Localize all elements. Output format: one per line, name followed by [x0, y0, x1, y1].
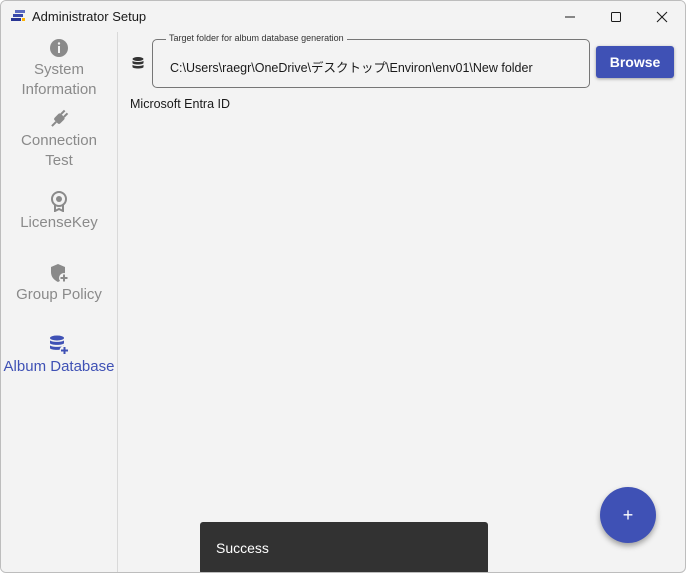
app-window: Administrator Setup System Information C…	[0, 0, 686, 573]
close-button[interactable]	[639, 1, 685, 32]
sidebar-item-label: Album Database	[3, 358, 115, 375]
minimize-button[interactable]	[547, 1, 593, 32]
app-logo-icon	[11, 10, 25, 21]
database-icon	[132, 57, 144, 69]
sidebar-item-label: Group Policy	[16, 286, 102, 303]
window-title: Administrator Setup	[32, 9, 147, 24]
main-content: Target folder for album database generat…	[118, 32, 685, 572]
sidebar-nav: System Information Connection Test Licen…	[1, 32, 118, 572]
success-toast: Success	[200, 522, 488, 572]
title-bar: Administrator Setup	[1, 1, 685, 32]
award-badge-icon	[51, 191, 67, 212]
microsoft-entra-id-label: Microsoft Entra ID	[130, 97, 231, 111]
sidebar-item-group-policy[interactable]: Group Policy	[1, 262, 117, 305]
target-folder-value: C:\Users\raegr\OneDrive\デスクトップ\Environ\e…	[170, 61, 533, 75]
shield-plus-icon	[51, 264, 69, 283]
sidebar-item-label: Connection Test	[21, 132, 97, 169]
add-fab-button[interactable]: +	[600, 487, 656, 543]
sidebar-item-album-database[interactable]: Album Database	[1, 334, 117, 377]
sidebar-item-system-information[interactable]: System Information	[1, 37, 117, 100]
sidebar-item-licensekey[interactable]: LicenseKey	[1, 190, 117, 233]
browse-button[interactable]: Browse	[596, 46, 674, 78]
maximize-button[interactable]	[593, 1, 639, 32]
minimize-icon	[565, 16, 575, 17]
info-icon	[50, 39, 68, 57]
sidebar-item-connection-test[interactable]: Connection Test	[1, 108, 117, 171]
sidebar-item-label: System Information	[21, 61, 97, 98]
close-icon	[656, 11, 668, 22]
sidebar-item-label: LicenseKey	[20, 214, 98, 231]
target-folder-legend: Target folder for album database generat…	[166, 33, 347, 43]
database-plus-icon	[50, 335, 70, 356]
maximize-icon	[611, 11, 621, 22]
plug-icon	[51, 109, 69, 127]
target-folder-field[interactable]: Target folder for album database generat…	[152, 33, 590, 88]
toast-message: Success	[216, 540, 269, 556]
plus-icon: +	[622, 504, 634, 525]
